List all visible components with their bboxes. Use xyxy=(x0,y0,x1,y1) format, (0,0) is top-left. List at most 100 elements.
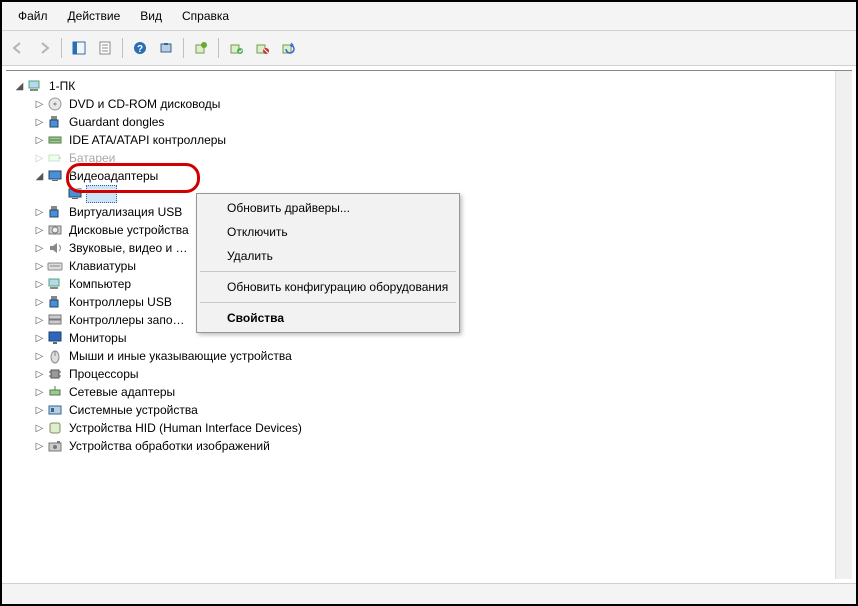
ctx-separator xyxy=(200,271,456,272)
node-label: Системные устройства xyxy=(66,402,201,418)
ctx-refresh-config[interactable]: Обновить конфигурацию оборудования xyxy=(199,275,457,299)
expand-icon[interactable]: ▷ xyxy=(34,405,45,416)
computer-icon xyxy=(27,78,43,94)
node-label: Мониторы xyxy=(66,330,129,346)
tree-node[interactable]: ▷ Мыши и иные указывающие устройства xyxy=(34,347,850,365)
svg-text:?: ? xyxy=(137,44,143,55)
disc-icon xyxy=(47,96,63,112)
vertical-scrollbar[interactable] xyxy=(835,71,852,579)
tree-node[interactable]: ▷ Батареи xyxy=(34,149,850,167)
ctx-disable[interactable]: Отключить xyxy=(199,220,457,244)
expand-icon[interactable]: ▷ xyxy=(34,225,45,236)
toolbar-separator xyxy=(218,38,219,58)
node-label: Клавиатуры xyxy=(66,258,139,274)
display-icon xyxy=(67,186,83,202)
node-label: Мыши и иные указывающие устройства xyxy=(66,348,295,364)
show-hide-tree-button[interactable] xyxy=(67,36,91,60)
update-driver-button[interactable] xyxy=(189,36,213,60)
node-label xyxy=(86,185,117,203)
expand-icon[interactable]: ▷ xyxy=(34,369,45,380)
tree-node[interactable]: ▷ Guardant dongles xyxy=(34,113,850,131)
tree-node[interactable]: ▷ Процессоры xyxy=(34,365,850,383)
menu-help[interactable]: Справка xyxy=(172,6,239,26)
expand-icon[interactable]: ▷ xyxy=(34,387,45,398)
expand-icon[interactable]: ▷ xyxy=(34,333,45,344)
uninstall-button[interactable] xyxy=(224,36,248,60)
tree-node[interactable]: ▷ Сетевые адаптеры xyxy=(34,383,850,401)
expand-icon[interactable]: ▷ xyxy=(34,117,45,128)
expand-icon[interactable]: ▷ xyxy=(34,99,45,110)
node-label: IDE ATA/ATAPI контроллеры xyxy=(66,132,229,148)
monitor-icon xyxy=(47,330,63,346)
disable-button[interactable] xyxy=(250,36,274,60)
help-button[interactable]: ? xyxy=(128,36,152,60)
ctx-remove[interactable]: Удалить xyxy=(199,244,457,268)
ctx-properties[interactable]: Свойства xyxy=(199,306,457,330)
back-button xyxy=(6,36,30,60)
ide-icon xyxy=(47,132,63,148)
toolbar-separator xyxy=(183,38,184,58)
statusbar xyxy=(2,583,856,604)
root-label: 1-ПК xyxy=(46,78,78,94)
expand-icon[interactable]: ▷ xyxy=(34,297,45,308)
node-label: Видеоадаптеры xyxy=(66,168,161,184)
net-icon xyxy=(47,384,63,400)
tree-node[interactable]: ▷ Устройства HID (Human Interface Devices… xyxy=(34,419,850,437)
node-label: Виртуализация USB xyxy=(66,204,185,220)
hdd-icon xyxy=(47,222,63,238)
collapse-icon[interactable]: ◢ xyxy=(14,81,25,92)
expand-icon[interactable]: ▷ xyxy=(34,261,45,272)
node-label: Устройства обработки изображений xyxy=(66,438,273,454)
mouse-icon xyxy=(47,348,63,364)
expand-icon[interactable]: ◢ xyxy=(34,171,45,182)
node-label: Батареи xyxy=(66,150,118,166)
imaging-icon xyxy=(47,438,63,454)
menu-file[interactable]: Файл xyxy=(8,6,58,26)
expand-icon[interactable]: ▷ xyxy=(34,315,45,326)
expand-icon[interactable]: ▷ xyxy=(34,423,45,434)
node-label: Устройства HID (Human Interface Devices) xyxy=(66,420,305,436)
node-label: Guardant dongles xyxy=(66,114,167,130)
expand-icon[interactable]: ▷ xyxy=(34,153,45,164)
toolbar-separator xyxy=(61,38,62,58)
keyboard-icon xyxy=(47,258,63,274)
node-label: Контроллеры запо… xyxy=(66,312,188,328)
device-manager-window: Файл Действие Вид Справка ? ◢1-ПК▷DVD и … xyxy=(0,0,858,606)
node-label: Компьютер xyxy=(66,276,134,292)
tree-root[interactable]: ◢ 1-ПК xyxy=(14,77,850,95)
toolbar: ? xyxy=(2,31,856,66)
scan-button[interactable] xyxy=(154,36,178,60)
sound-icon xyxy=(47,240,63,256)
node-label: DVD и CD-ROM дисководы xyxy=(66,96,223,112)
menu-view[interactable]: Вид xyxy=(130,6,172,26)
ctx-update-drivers[interactable]: Обновить драйверы... xyxy=(199,196,457,220)
node-label: Процессоры xyxy=(66,366,142,382)
tree-node[interactable]: ◢ Видеоадаптеры xyxy=(34,167,850,185)
hid-icon xyxy=(47,420,63,436)
tree-node[interactable]: ▷ IDE ATA/ATAPI контроллеры xyxy=(34,131,850,149)
expand-icon[interactable]: ▷ xyxy=(34,207,45,218)
usb-icon xyxy=(47,294,63,310)
node-label: Сетевые адаптеры xyxy=(66,384,178,400)
system-icon xyxy=(47,402,63,418)
expand-icon[interactable]: ▷ xyxy=(34,243,45,254)
usb-icon xyxy=(47,114,63,130)
ctx-separator xyxy=(200,302,456,303)
menubar: Файл Действие Вид Справка xyxy=(2,2,856,31)
properties-button[interactable] xyxy=(93,36,117,60)
usb-icon xyxy=(47,204,63,220)
expand-icon[interactable]: ▷ xyxy=(34,135,45,146)
expand-icon[interactable]: ▷ xyxy=(34,351,45,362)
node-label: Звуковые, видео и … xyxy=(66,240,191,256)
tree-node[interactable]: ▷ Системные устройства xyxy=(34,401,850,419)
enable-button[interactable] xyxy=(276,36,300,60)
storage-icon xyxy=(47,312,63,328)
expand-icon[interactable]: ▷ xyxy=(34,441,45,452)
display-icon xyxy=(47,168,63,184)
tree-node[interactable]: ▷ Устройства обработки изображений xyxy=(34,437,850,455)
content-pane: ◢1-ПК▷DVD и CD-ROM дисководы▷Guardant do… xyxy=(6,70,852,579)
tree-node[interactable]: ▷ DVD и CD-ROM дисководы xyxy=(34,95,850,113)
node-label: Контроллеры USB xyxy=(66,294,175,310)
expand-icon[interactable]: ▷ xyxy=(34,279,45,290)
menu-action[interactable]: Действие xyxy=(58,6,131,26)
